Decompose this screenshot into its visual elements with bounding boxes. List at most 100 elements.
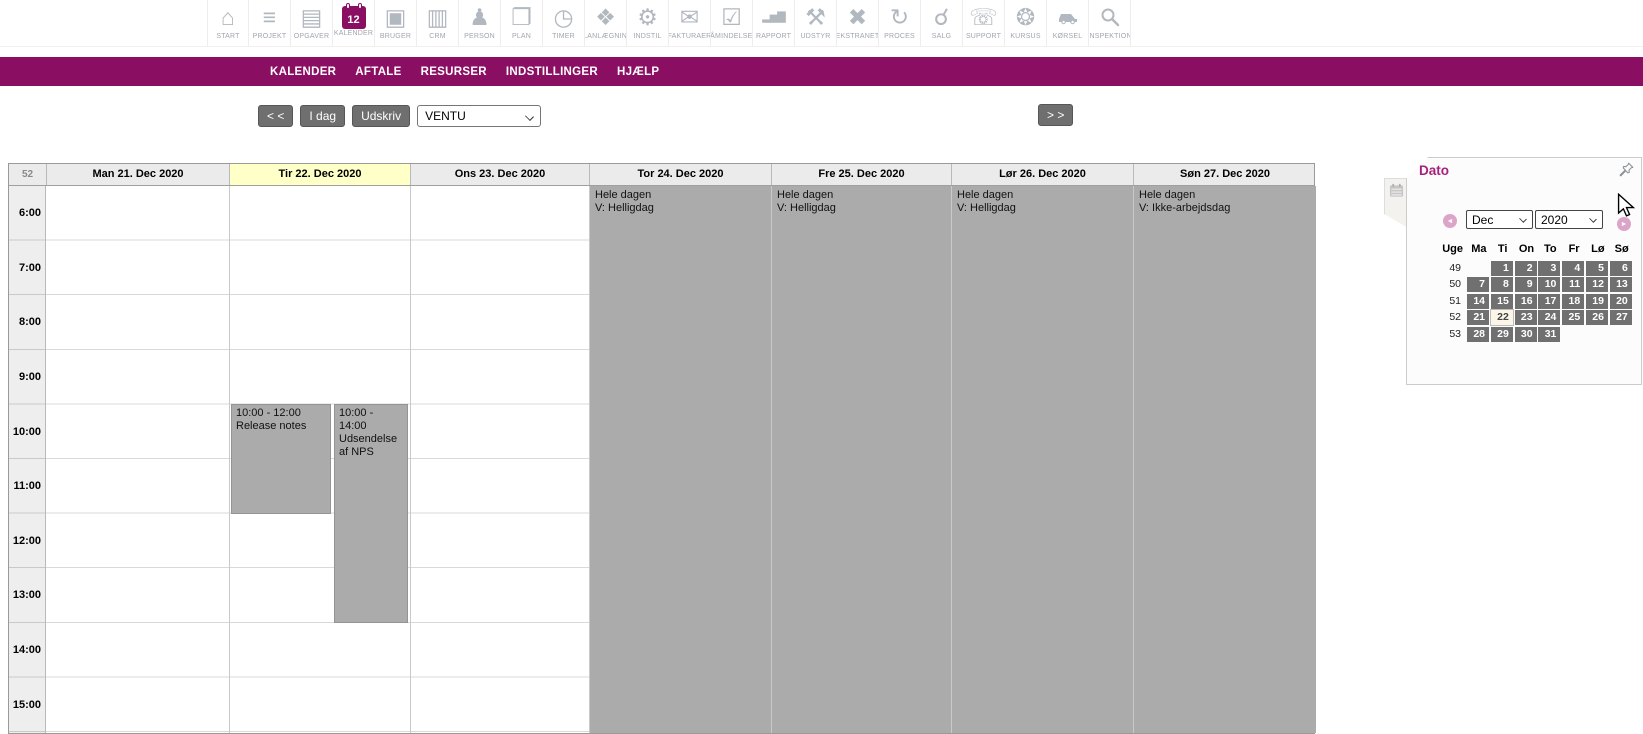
day-header-soen-27[interactable]: Søn 27. Dec 2020 xyxy=(1133,164,1316,185)
month-select[interactable]: Dec xyxy=(1466,210,1533,229)
mini-day-31[interactable]: 31 xyxy=(1538,327,1560,342)
day-header-fre-25[interactable]: Fre 25. Dec 2020 xyxy=(771,164,951,185)
toolbar-item-kursus[interactable]: ❂KURSUS xyxy=(1005,0,1047,46)
time-label-1200: 12:00 xyxy=(9,514,41,569)
date-panel-tab[interactable] xyxy=(1384,178,1408,228)
mini-day-24[interactable]: 24 xyxy=(1538,310,1560,325)
mini-day-30[interactable]: 30 xyxy=(1515,327,1537,342)
toolbar-item-koersel[interactable]: KØRSEL xyxy=(1047,0,1089,46)
toolbar-item-bruger[interactable]: ▣BRUGER xyxy=(375,0,417,46)
day-header-man-21[interactable]: Man 21. Dec 2020 xyxy=(46,164,229,185)
time-label-1000: 10:00 xyxy=(9,404,41,459)
shaded-day-column-tor-24[interactable]: Hele dagenV: Helligdag xyxy=(590,186,771,733)
mini-day-11[interactable]: 11 xyxy=(1562,277,1584,292)
mini-day-5[interactable]: 5 xyxy=(1586,261,1608,276)
mini-day-empty xyxy=(1562,327,1584,342)
mini-day-15[interactable]: 15 xyxy=(1491,294,1513,309)
today-button[interactable]: I dag xyxy=(300,105,345,127)
menu-item-kalender[interactable]: KALENDER xyxy=(270,66,336,78)
toolbar-item-start[interactable]: ⌂START xyxy=(207,0,249,46)
next-week-button[interactable]: > > xyxy=(1038,104,1073,126)
calendar-event-udsendelse-nps[interactable]: 10:00 - 14:00 Udsendelse af NPS xyxy=(334,404,408,623)
day-header-tir-22[interactable]: Tir 22. Dec 2020 xyxy=(229,164,410,185)
toolbar-item-paamindelser[interactable]: ☑PÅMINDELSER xyxy=(711,0,753,46)
day-header-loer-26[interactable]: Lør 26. Dec 2020 xyxy=(951,164,1133,185)
user-briefcase-icon: ▣ xyxy=(376,2,416,32)
toolbar-item-crm[interactable]: ▥CRM xyxy=(417,0,459,46)
day-header-tor-24[interactable]: Tor 24. Dec 2020 xyxy=(589,164,771,185)
toolbar-item-projekt[interactable]: ≡PROJEKT xyxy=(249,0,291,46)
toolbar-item-proces[interactable]: ↻PROCES xyxy=(879,0,921,46)
person-icon: ♟ xyxy=(460,2,500,32)
process-cycle-icon: ↻ xyxy=(880,2,920,32)
time-label-900: 9:00 xyxy=(9,350,41,405)
menu-item-hjaelp[interactable]: HJÆLP xyxy=(617,66,659,78)
toolbar-divider xyxy=(0,46,1643,47)
mini-day-25[interactable]: 25 xyxy=(1562,310,1584,325)
mini-day-16[interactable]: 16 xyxy=(1515,294,1537,309)
toolbar-item-planlaegning[interactable]: ❖PLANLÆGNING xyxy=(585,0,627,46)
menu-item-indstillinger[interactable]: INDSTILLINGER xyxy=(506,66,598,78)
toolbar-item-indstil[interactable]: ⚙INDSTIL xyxy=(627,0,669,46)
time-label-800: 8:00 xyxy=(9,295,41,350)
shaded-day-column-soen-27[interactable]: Hele dagenV: Ikke-arbejdsdag xyxy=(1134,186,1316,733)
mini-day-1[interactable]: 1 xyxy=(1491,261,1513,276)
view-select[interactable]: VENTU xyxy=(417,105,541,127)
mini-day-3[interactable]: 3 xyxy=(1538,261,1560,276)
mini-day-20[interactable]: 20 xyxy=(1610,294,1632,309)
mini-day-9[interactable]: 9 xyxy=(1515,277,1537,292)
dow-header-ma: Ma xyxy=(1467,242,1491,259)
toolbar-item-plan[interactable]: ❐PLAN xyxy=(501,0,543,46)
mini-day-21[interactable]: 21 xyxy=(1467,310,1489,325)
mini-day-28[interactable]: 28 xyxy=(1467,327,1489,342)
allday-label: Hele dagen xyxy=(777,189,946,202)
prev-month-button[interactable]: ◄ xyxy=(1443,214,1457,228)
pin-icon[interactable] xyxy=(1618,161,1635,178)
mini-day-23[interactable]: 23 xyxy=(1515,310,1537,325)
mini-day-22[interactable]: 22 xyxy=(1491,310,1513,325)
toolbar-item-rapport[interactable]: ▂▅▇RAPPORT xyxy=(753,0,795,46)
toolbar-item-opgaver[interactable]: ▤OPGAVER xyxy=(291,0,333,46)
calendar-event-release-notes[interactable]: 10:00 - 12:00 Release notes xyxy=(231,404,331,514)
shaded-day-column-loer-26[interactable]: Hele dagenV: Helligdag xyxy=(952,186,1133,733)
toolbar-item-person[interactable]: ♟PERSON xyxy=(459,0,501,46)
mini-day-27[interactable]: 27 xyxy=(1610,310,1632,325)
day-header-ons-23[interactable]: Ons 23. Dec 2020 xyxy=(410,164,589,185)
mini-day-19[interactable]: 19 xyxy=(1586,294,1608,309)
toolbar-item-ekstranet[interactable]: ✖EKSTRANET xyxy=(837,0,879,46)
mini-day-6[interactable]: 6 xyxy=(1610,261,1632,276)
year-select-value: 2020 xyxy=(1541,213,1568,227)
prev-week-button[interactable]: < < xyxy=(258,105,293,127)
mini-day-13[interactable]: 13 xyxy=(1610,277,1632,292)
year-select[interactable]: 2020 xyxy=(1535,210,1603,229)
mini-day-7[interactable]: 7 xyxy=(1467,277,1489,292)
toolbar-item-support[interactable]: ☏SUPPORT xyxy=(963,0,1005,46)
mini-day-29[interactable]: 29 xyxy=(1491,327,1513,342)
print-button[interactable]: Udskriv xyxy=(352,105,410,127)
toolbar-item-label: EKSTRANET xyxy=(837,33,879,40)
shaded-day-column-fre-25[interactable]: Hele dagenV: Helligdag xyxy=(772,186,951,733)
toolbar-item-udstyr[interactable]: ⚒UDSTYR xyxy=(795,0,837,46)
mini-day-8[interactable]: 8 xyxy=(1491,277,1513,292)
toolbar-item-timer[interactable]: ◷TIMER xyxy=(543,0,585,46)
toolbar-item-fakturaer[interactable]: ✉FAKTURAER xyxy=(669,0,711,46)
mouse-cursor xyxy=(1617,193,1635,224)
mini-day-12[interactable]: 12 xyxy=(1586,277,1608,292)
column-divider xyxy=(229,186,230,733)
mini-day-10[interactable]: 10 xyxy=(1538,277,1560,292)
equipment-tools-icon: ⚒ xyxy=(796,2,836,32)
toolbar-item-kalender[interactable]: 12KALENDER xyxy=(333,0,375,46)
menu-item-aftale[interactable]: AFTALE xyxy=(355,66,401,78)
menu-item-resurser[interactable]: RESURSER xyxy=(421,66,487,78)
mini-day-17[interactable]: 17 xyxy=(1538,294,1560,309)
mini-day-18[interactable]: 18 xyxy=(1562,294,1584,309)
toolbar-item-salg[interactable]: ☌SALG xyxy=(921,0,963,46)
mini-day-14[interactable]: 14 xyxy=(1467,294,1489,309)
toolbar-item-inspektion[interactable]: INSPEKTION xyxy=(1089,0,1131,46)
mini-day-4[interactable]: 4 xyxy=(1562,261,1584,276)
toolbar-item-label: SALG xyxy=(932,33,951,40)
mini-day-2[interactable]: 2 xyxy=(1515,261,1537,276)
toolbar-item-label: KØRSEL xyxy=(1053,33,1083,40)
mini-day-26[interactable]: 26 xyxy=(1586,310,1608,325)
reminders-checklist-icon: ☑ xyxy=(712,2,752,32)
